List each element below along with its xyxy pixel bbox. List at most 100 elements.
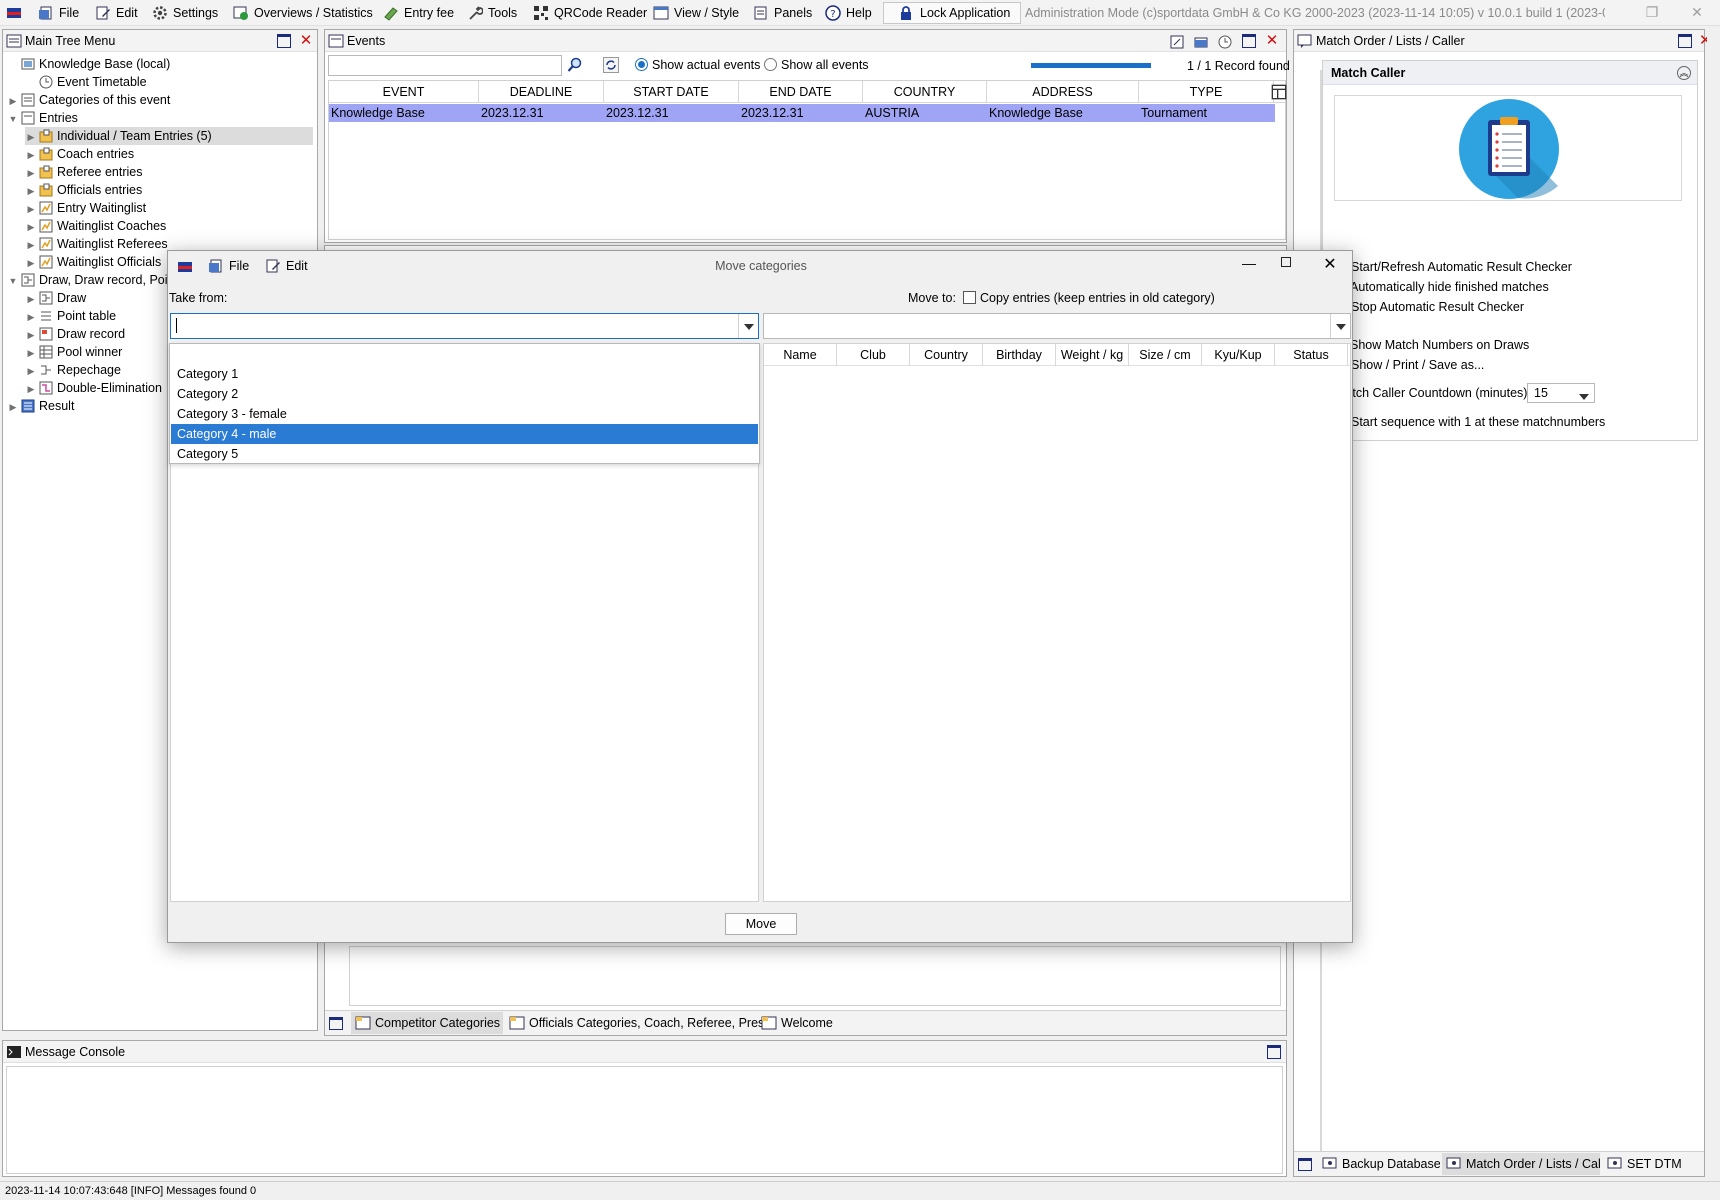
start-checker-link[interactable]: Start/Refresh Automatic Result Checker <box>1333 258 1572 276</box>
edit-event-icon[interactable] <box>1170 34 1184 49</box>
show-actual-events-radio[interactable]: Show actual events <box>635 58 760 72</box>
expand-right-icon[interactable]: ▶ <box>25 200 37 218</box>
take-from-select[interactable] <box>170 313 759 339</box>
column-header[interactable]: Size / cm <box>1129 344 1202 366</box>
dialog-close-button[interactable]: ✕ <box>1318 254 1342 274</box>
move-button[interactable]: Move <box>725 913 797 935</box>
expand-right-icon[interactable]: ▶ <box>25 236 37 254</box>
tree-item[interactable]: ▶ Waitinglist Coaches <box>25 217 313 235</box>
column-header[interactable]: DEADLINE <box>479 81 604 103</box>
column-header[interactable]: END DATE <box>739 81 863 103</box>
menu-file[interactable]: File <box>38 4 79 24</box>
countdown-select[interactable]: 15 <box>1527 383 1595 403</box>
expand-right-icon[interactable]: ▶ <box>25 128 37 146</box>
dropdown-option[interactable]: Category 3 - female <box>171 404 758 424</box>
menu-overviews[interactable]: Overviews / Statistics <box>233 4 373 24</box>
chevron-down-icon[interactable] <box>738 314 758 338</box>
expand-down-icon[interactable]: ▼ <box>7 272 19 290</box>
tree-item[interactable]: ▶ Individual / Team Entries (5) <box>25 127 313 145</box>
expand-right-icon[interactable]: ▶ <box>25 254 37 272</box>
show-print-link[interactable]: Show / Print / Save as... <box>1333 356 1484 375</box>
clock-icon[interactable] <box>1218 34 1232 49</box>
close-icon[interactable]: ✕ <box>1265 33 1279 48</box>
dialog-minimize-button[interactable]: — <box>1237 255 1261 271</box>
copy-entries-checkbox[interactable]: Copy entries (keep entries in old catego… <box>963 291 1215 305</box>
window-restore-button[interactable]: ❐ <box>1637 4 1667 24</box>
expand-right-icon[interactable]: ▶ <box>25 326 37 344</box>
column-chooser-icon[interactable] <box>1271 84 1287 100</box>
tab-backup[interactable]: Backup Database <box>1318 1153 1440 1175</box>
column-header[interactable]: START DATE <box>604 81 739 103</box>
tab-officials[interactable]: Officials Categories, Coach, Referee, Pr… <box>505 1012 771 1034</box>
expand-right-icon[interactable]: ▶ <box>25 146 37 164</box>
expand-right-icon[interactable]: ▶ <box>25 308 37 326</box>
close-icon[interactable]: ✕ <box>1699 34 1707 48</box>
show-numbers-checkbox[interactable]: Show Match Numbers on Draws <box>1333 336 1529 354</box>
tree-item[interactable]: ▶ Coach entries <box>25 145 313 163</box>
column-header[interactable]: COUNTRY <box>863 81 987 103</box>
menu-qrcode[interactable]: QRCode Reader <box>533 4 647 24</box>
tab-welcome[interactable]: Welcome <box>757 1012 837 1034</box>
menu-tools[interactable]: Tools <box>467 4 517 24</box>
dropdown-option[interactable] <box>171 344 758 364</box>
dropdown-option[interactable]: Category 1 <box>171 364 758 384</box>
menu-view-style[interactable]: View / Style <box>653 4 739 24</box>
tab-timer[interactable]: SET DTM <box>1603 1153 1703 1175</box>
column-header[interactable]: ADDRESS <box>987 81 1139 103</box>
expand-right-icon[interactable]: ▶ <box>25 290 37 308</box>
table-row[interactable]: Knowledge Base 2023.12.31 2023.12.31 2023.1… <box>329 104 1275 122</box>
event-search-input[interactable] <box>328 55 562 76</box>
expand-right-icon[interactable]: ▶ <box>7 398 19 416</box>
maximize-icon[interactable] <box>1242 34 1256 48</box>
expand-right-icon[interactable]: ▶ <box>25 218 37 236</box>
expand-down-icon[interactable]: ▼ <box>7 110 19 128</box>
dropdown-option[interactable]: Category 4 - male <box>171 424 758 444</box>
tree-item[interactable]: ▼ Entries <box>7 109 313 127</box>
lock-application-button[interactable]: Lock Application <box>883 2 1021 24</box>
column-header[interactable]: EVENT <box>329 81 479 103</box>
window-close-button[interactable]: ✕ <box>1682 4 1712 24</box>
menu-entry-fee[interactable]: Entry fee <box>383 4 454 24</box>
maximize-icon[interactable] <box>329 1017 343 1030</box>
column-header[interactable]: Birthday <box>983 344 1056 366</box>
maximize-icon[interactable] <box>1678 34 1692 48</box>
auto-hide-checkbox[interactable]: Automatically hide finished matches <box>1333 278 1549 296</box>
column-header[interactable]: Weight / kg <box>1056 344 1129 366</box>
dropdown-option[interactable]: Category 5 <box>171 444 758 464</box>
menu-help[interactable]: ? Help <box>825 4 872 24</box>
chevron-down-icon[interactable] <box>1330 314 1350 338</box>
show-all-events-radio[interactable]: Show all events <box>764 58 869 72</box>
column-header[interactable]: Name <box>764 344 837 366</box>
column-header[interactable]: Club <box>837 344 910 366</box>
collapse-icon[interactable]: ︽ <box>1677 66 1691 80</box>
expand-right-icon[interactable]: ▶ <box>25 362 37 380</box>
column-header[interactable]: TYPE <box>1139 81 1274 103</box>
expand-right-icon[interactable]: ▶ <box>7 92 19 110</box>
tree-item[interactable]: Knowledge Base (local) <box>7 55 313 73</box>
maximize-icon[interactable] <box>1267 1045 1281 1059</box>
sequence-option[interactable]: Start sequence with 1 at these matchnumb… <box>1333 413 1605 432</box>
column-header[interactable]: Status <box>1275 344 1348 366</box>
tree-item[interactable]: ▶ Referee entries <box>25 163 313 181</box>
open-folder-icon[interactable] <box>1194 34 1208 48</box>
menu-panels[interactable]: Panels <box>753 4 812 24</box>
search-icon[interactable] <box>567 57 583 73</box>
expand-right-icon[interactable]: ▶ <box>25 344 37 362</box>
tab-caller[interactable]: Match Order / Lists / Caller <box>1442 1153 1600 1175</box>
tree-item[interactable]: ▶ Entry Waitinglist <box>25 199 313 217</box>
maximize-icon[interactable] <box>1298 1158 1312 1171</box>
dialog-maximize-button[interactable] <box>1281 257 1291 267</box>
tree-item[interactable]: ▶ Officials entries <box>25 181 313 199</box>
tree-item[interactable]: Event Timetable <box>25 73 313 91</box>
tab-categories[interactable]: Competitor Categories <box>351 1012 503 1034</box>
menu-edit[interactable]: Edit <box>95 4 138 24</box>
menu-settings[interactable]: Settings <box>152 4 218 24</box>
column-header[interactable]: Kyu/Kup <box>1202 344 1275 366</box>
refresh-icon[interactable] <box>603 57 619 73</box>
stop-checker-link[interactable]: Stop Automatic Result Checker <box>1333 298 1524 317</box>
expand-right-icon[interactable]: ▶ <box>25 380 37 398</box>
expand-right-icon[interactable]: ▶ <box>25 164 37 182</box>
dropdown-option[interactable]: Category 2 <box>171 384 758 404</box>
tree-item[interactable]: ▶ Categories of this event <box>7 91 313 109</box>
expand-right-icon[interactable]: ▶ <box>25 182 37 200</box>
